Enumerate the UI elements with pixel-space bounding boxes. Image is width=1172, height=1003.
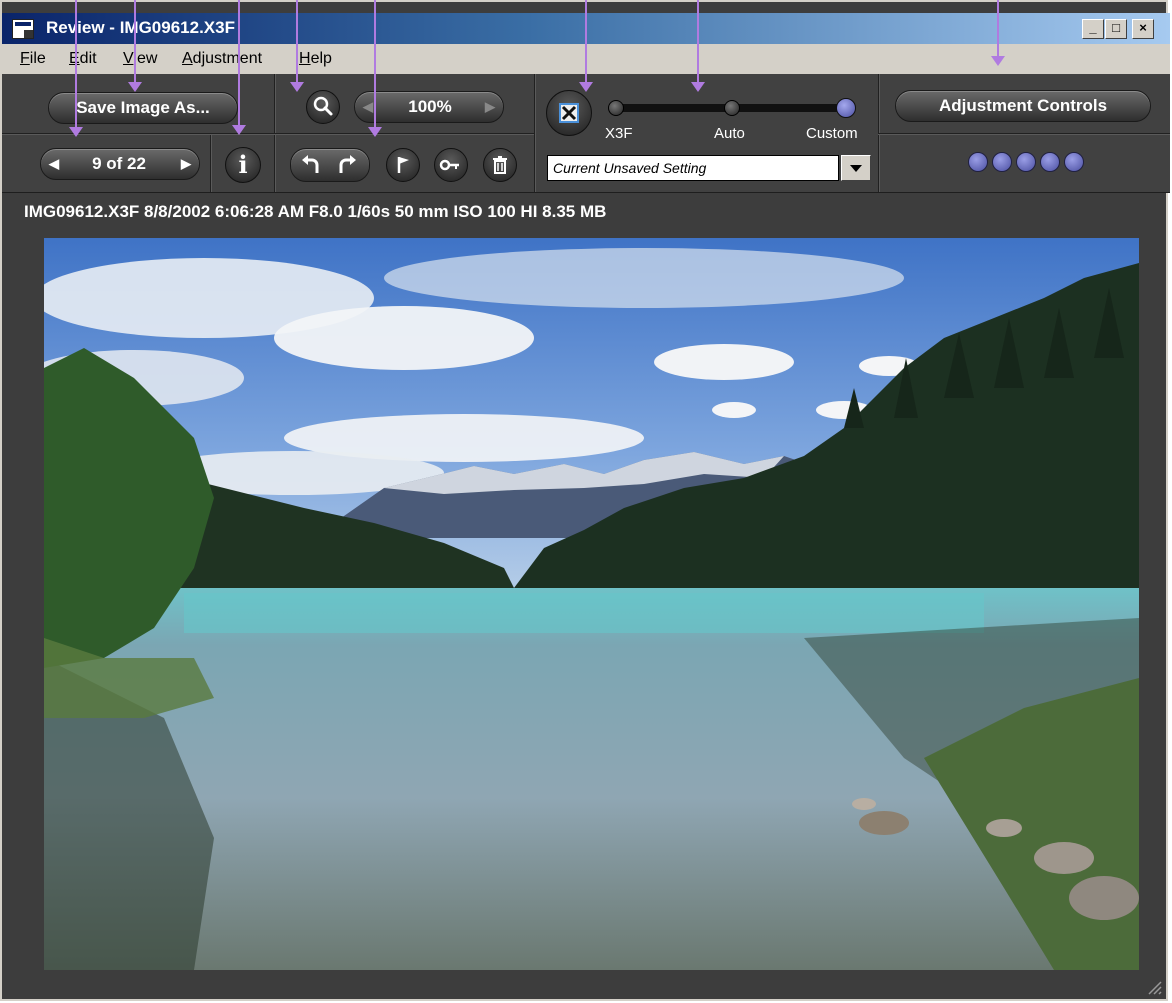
adjustment-dot[interactable] [968, 152, 988, 172]
menu-file[interactable]: File [20, 50, 46, 68]
callout-arrow [69, 0, 83, 137]
zoom-button[interactable] [306, 90, 340, 124]
callout-arrow [290, 0, 304, 92]
review-window: Review - IMG09612.X3F _ □ × File Edit Vi… [0, 0, 1170, 1001]
callout-arrow [691, 0, 705, 92]
zoom-control: ◀ 100% ▶ [354, 91, 504, 123]
adjustment-dot[interactable] [1040, 152, 1060, 172]
key-icon [439, 159, 459, 171]
slider-label-x3f: X3F [605, 125, 633, 142]
slider-label-auto: Auto [714, 125, 745, 142]
toolbar-divider [210, 134, 212, 192]
rotate-right-icon[interactable] [335, 155, 359, 177]
zoom-in-arrow-icon[interactable]: ▶ [479, 93, 501, 121]
maximize-button[interactable]: □ [1105, 19, 1127, 39]
callout-arrow [232, 0, 246, 135]
menu-edit[interactable]: Edit [69, 50, 97, 68]
callout-arrow [368, 0, 382, 137]
adjustment-dot[interactable] [1016, 152, 1036, 172]
close-button[interactable]: × [1132, 19, 1154, 39]
rotate-control [290, 148, 370, 182]
flag-icon [397, 157, 409, 173]
minimize-button[interactable]: _ [1082, 19, 1104, 39]
resize-grip-icon[interactable] [1146, 979, 1162, 995]
menu-view[interactable]: View [123, 50, 157, 68]
chevron-left-icon[interactable]: ◀ [43, 150, 65, 178]
landscape-photo [44, 238, 1139, 970]
adjustment-controls-button[interactable]: Adjustment Controls [895, 90, 1151, 122]
app-icon[interactable] [12, 19, 34, 39]
toolbar-divider [878, 133, 1170, 135]
menu-adjustment[interactable]: Adjustment [182, 50, 262, 68]
slider-stop-x3f[interactable] [608, 100, 624, 116]
callout-arrow [579, 0, 593, 92]
adjustment-dot[interactable] [992, 152, 1012, 172]
dropdown-arrow-icon[interactable] [841, 155, 871, 181]
chevron-right-icon[interactable]: ▶ [175, 150, 197, 178]
toolbar-divider [534, 74, 536, 192]
x3f-logo-icon [559, 103, 579, 123]
info-button[interactable]: i [225, 147, 261, 183]
magnifier-icon [313, 96, 333, 116]
info-icon: i [238, 150, 248, 179]
image-info-line: IMG09612.X3F 8/8/2002 6:06:28 AM F8.0 1/… [24, 202, 607, 221]
rotate-left-icon[interactable] [299, 155, 323, 177]
image-counter: 9 of 22 [92, 154, 146, 173]
slider-stop-custom[interactable] [836, 98, 856, 118]
trash-icon [493, 156, 507, 174]
zoom-level: 100% [408, 97, 452, 116]
x3f-mode-button[interactable] [546, 90, 592, 136]
lock-button[interactable] [434, 148, 468, 182]
setting-select[interactable]: Current Unsaved Setting [547, 155, 839, 181]
delete-button[interactable] [483, 148, 517, 182]
menu-help[interactable]: Help [299, 50, 332, 68]
callout-arrow [128, 0, 142, 92]
photo-preview[interactable] [44, 238, 1139, 970]
flag-button[interactable] [386, 148, 420, 182]
image-navigator: ◀ 9 of 22 ▶ [40, 148, 200, 180]
slider-stop-auto[interactable] [724, 100, 740, 116]
adjustment-dot[interactable] [1064, 152, 1084, 172]
slider-label-custom: Custom [806, 125, 858, 142]
callout-arrow [991, 0, 1005, 66]
